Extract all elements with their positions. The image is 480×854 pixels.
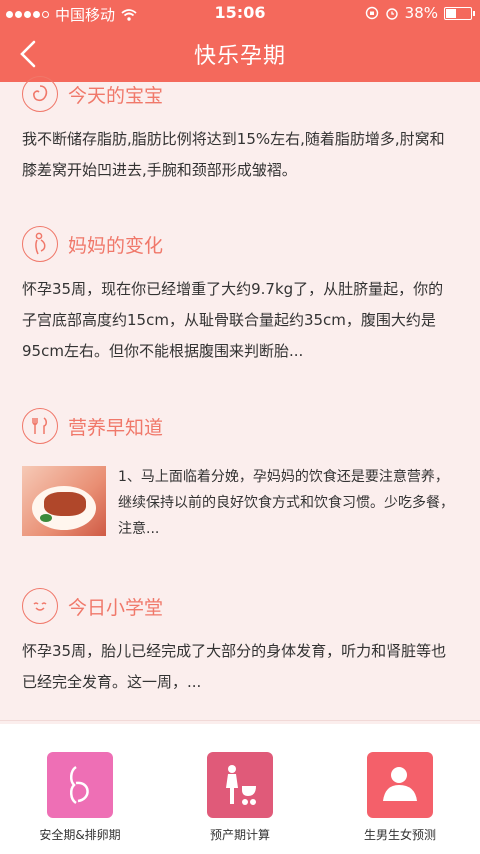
- food-thumbnail: [22, 466, 106, 536]
- status-right: 38%: [365, 4, 475, 22]
- section-school[interactable]: 今日小学堂 怀孕35周，胎儿已经完成了大部分的身体发育，听力和肾脏等也已经完全发…: [0, 570, 480, 721]
- alarm-icon: [385, 8, 398, 20]
- status-bar: 中国移动 15:06 38%: [0, 0, 480, 26]
- pregnant-woman-icon: [22, 226, 58, 262]
- tab-gender-prediction[interactable]: 生男生女预测: [320, 752, 480, 843]
- section-title: 今天的宝宝: [68, 84, 164, 107]
- section-title: 营养早知道: [68, 416, 164, 439]
- battery-percent: 38%: [404, 4, 438, 22]
- section-text: 怀孕35周，现在你已经增重了大约9.7kg了，从肚脐量起，你的子宫底部高度约15…: [22, 280, 444, 360]
- tab-label: 安全期&排卵期: [39, 828, 121, 842]
- mother-stroller-icon: [207, 752, 273, 818]
- section-text: 1、马上面临着分娩，孕妈妈的饮食还是要注意营养，继续保持以前的良好饮食方式和饮食…: [118, 469, 454, 537]
- section-text: 我不断储存脂肪,脂肪比例将达到15%左右,随着脂肪增多,肘窝和膝差窝开始凹进去,…: [22, 130, 445, 179]
- pregnant-belly-icon: [47, 752, 113, 818]
- baby-silhouette-icon: [367, 752, 433, 818]
- section-title: 妈妈的变化: [68, 234, 164, 257]
- section-mother[interactable]: 妈妈的变化 怀孕35周，现在你已经增重了大约9.7kg了，从肚脐量起，你的子宫底…: [0, 208, 480, 389]
- tab-safe-period[interactable]: 安全期&排卵期: [0, 752, 160, 843]
- tab-due-date[interactable]: 预产期计算: [160, 752, 320, 843]
- baby-icon: [22, 76, 58, 112]
- section-title: 今日小学堂: [68, 596, 164, 619]
- battery-icon: [444, 6, 475, 20]
- section-text: 怀孕35周，胎儿已经完成了大部分的身体发育，听力和肾脏等也已经完全发育。这一周，…: [22, 642, 447, 691]
- section-baby[interactable]: 今天的宝宝 我不断储存脂肪,脂肪比例将达到15%左右,随着脂肪增多,肘窝和膝差窝…: [0, 76, 480, 209]
- bottom-toolbar: 安全期&排卵期 预产期计算 生男生女预测: [0, 724, 480, 854]
- tab-label: 预产期计算: [209, 828, 270, 842]
- page-title: 快乐孕期: [193, 44, 286, 69]
- smiley-face-icon: [22, 588, 58, 624]
- nav-bar: 快乐孕期: [0, 26, 480, 82]
- tab-label: 生男生女预测: [363, 828, 436, 842]
- section-nutrition[interactable]: 营养早知道 1、马上面临着分娩，孕妈妈的饮食还是要注意营养，继续保持以前的良好饮…: [0, 388, 480, 571]
- rotation-lock-icon: [365, 6, 378, 20]
- fork-knife-icon: [22, 408, 58, 444]
